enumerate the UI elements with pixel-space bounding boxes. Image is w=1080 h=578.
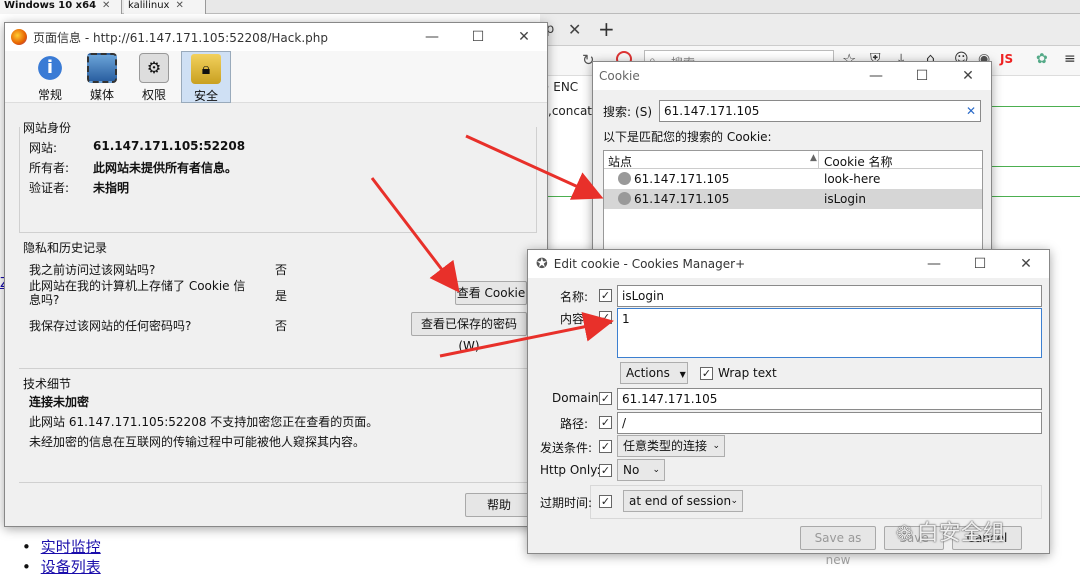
- annotation-arrows: [370, 134, 614, 358]
- arrow-to-content-field: [439, 312, 614, 358]
- arrow-to-islogin-row: [465, 134, 604, 200]
- arrow-to-view-cookie: [370, 177, 460, 293]
